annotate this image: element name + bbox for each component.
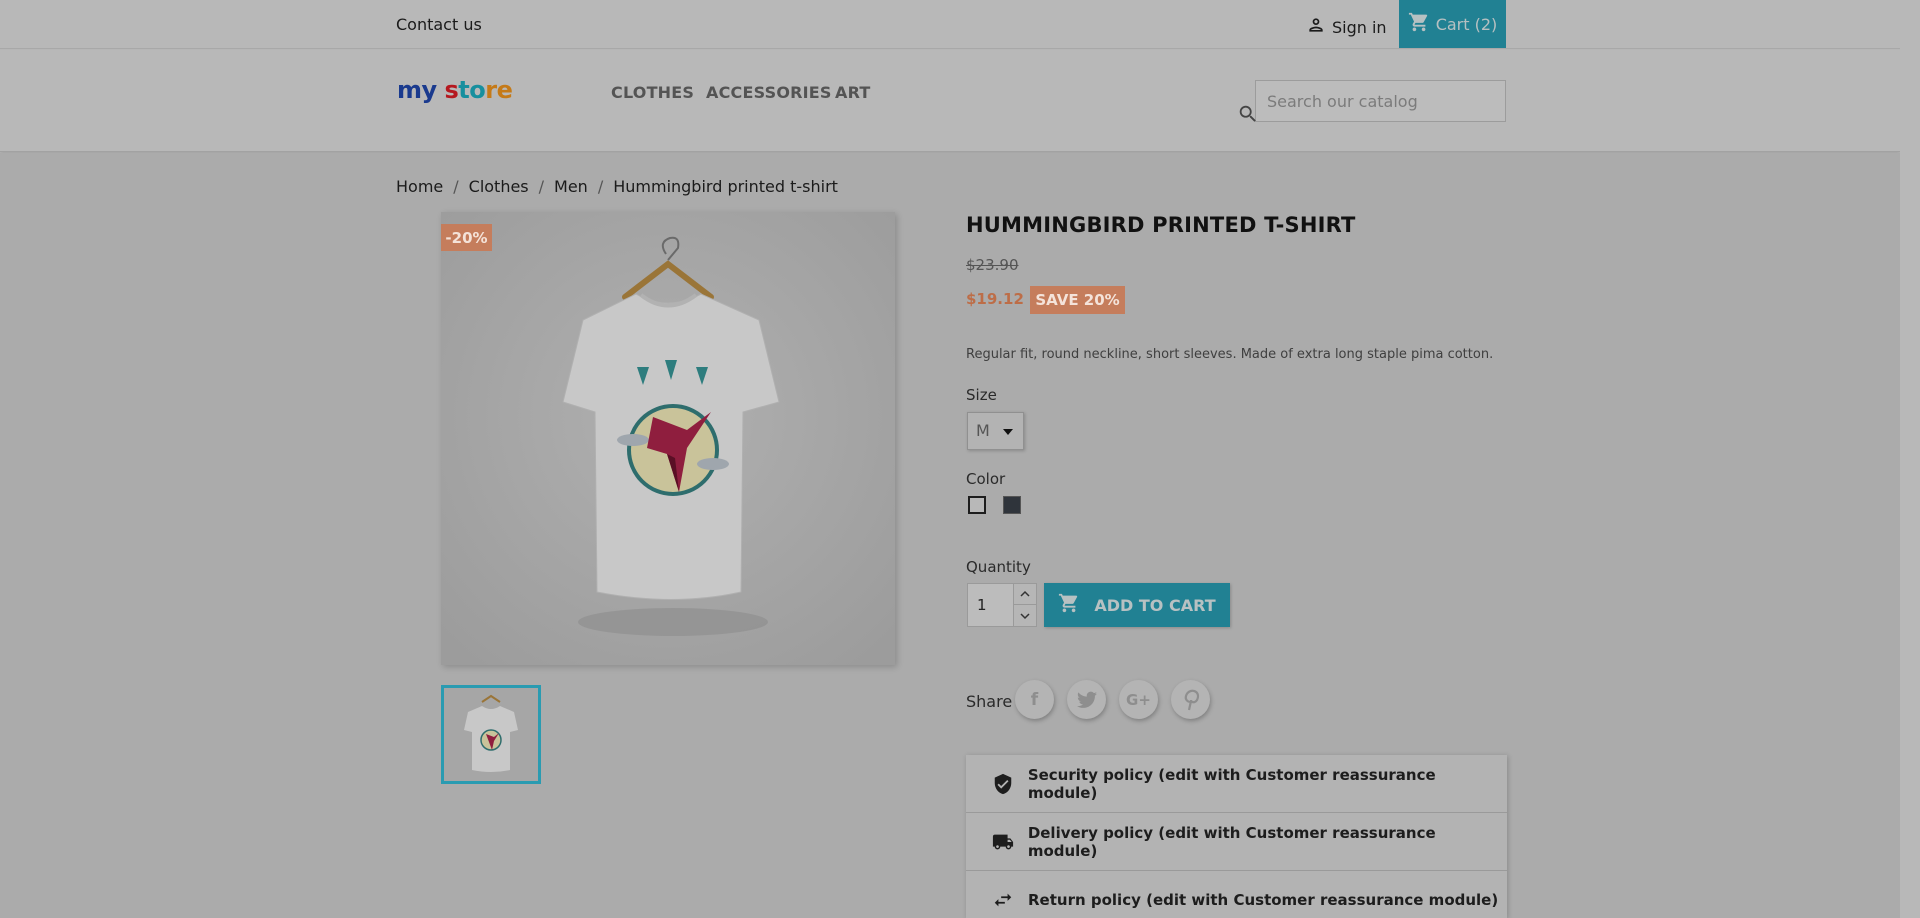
breadcrumb-current: Hummingbird printed t-shirt bbox=[613, 177, 838, 196]
shield-check-icon bbox=[990, 773, 1016, 795]
menu-item-clothes[interactable]: CLOTHES bbox=[611, 83, 694, 102]
main-navbar: my store CLOTHES ACCESSORIES ART Search … bbox=[0, 50, 1900, 152]
product-cover-image[interactable] bbox=[441, 212, 895, 665]
reassurance-item: Delivery policy (edit with Customer reas… bbox=[966, 813, 1507, 871]
quantity-stepper bbox=[1013, 583, 1037, 627]
color-label: Color bbox=[966, 470, 1006, 488]
quantity-input[interactable]: 1 bbox=[967, 583, 1014, 627]
breadcrumb-separator: / bbox=[453, 177, 459, 196]
size-label: Size bbox=[966, 386, 997, 404]
size-select[interactable]: M bbox=[967, 412, 1024, 450]
sign-in-link[interactable]: Sign in bbox=[1306, 15, 1387, 39]
store-logo[interactable]: my store bbox=[397, 76, 513, 104]
page-content bbox=[0, 153, 1900, 918]
chevron-down-icon bbox=[1020, 612, 1030, 619]
size-value: M bbox=[976, 421, 990, 440]
save-badge: SAVE 20% bbox=[1030, 286, 1125, 314]
twitter-icon[interactable] bbox=[1067, 680, 1106, 719]
quantity-increase-button[interactable] bbox=[1014, 584, 1036, 605]
breadcrumb: Home / Clothes / Men / Hummingbird print… bbox=[396, 177, 838, 196]
reassurance-text: Security policy (edit with Customer reas… bbox=[1027, 765, 1436, 802]
breadcrumb-home[interactable]: Home bbox=[396, 177, 443, 196]
search-input[interactable]: Search our catalog bbox=[1239, 80, 1506, 122]
truck-icon bbox=[990, 831, 1016, 853]
breadcrumb-men[interactable]: Men bbox=[554, 177, 588, 196]
quantity-decrease-button[interactable] bbox=[1014, 605, 1036, 626]
current-price: $19.12 bbox=[966, 290, 1024, 308]
google-plus-icon[interactable]: G+ bbox=[1119, 680, 1158, 719]
cart-icon bbox=[1408, 11, 1430, 37]
sign-in-label: Sign in bbox=[1332, 17, 1387, 37]
color-swatch-dark[interactable] bbox=[1003, 496, 1021, 514]
facebook-icon[interactable]: f bbox=[1015, 680, 1054, 719]
product-thumbnail[interactable] bbox=[441, 685, 541, 784]
cart-button[interactable]: Cart (2) bbox=[1399, 0, 1506, 48]
menu-item-accessories[interactable]: ACCESSORIES bbox=[706, 83, 832, 102]
pinterest-icon[interactable] bbox=[1171, 680, 1210, 719]
quantity-label: Quantity bbox=[966, 558, 1031, 576]
breadcrumb-separator: / bbox=[538, 177, 545, 196]
caret-down-icon bbox=[1003, 429, 1013, 435]
share-label: Share bbox=[966, 692, 1013, 711]
cart-label: Cart (2) bbox=[1435, 14, 1498, 34]
search-placeholder: Search our catalog bbox=[1267, 92, 1418, 111]
breadcrumb-separator: / bbox=[597, 177, 604, 196]
reassurance-item: Return policy (edit with Customer reassu… bbox=[966, 871, 1507, 918]
discount-flag: -20% bbox=[441, 224, 492, 251]
product-description: Regular fit, round neckline, short sleev… bbox=[966, 347, 1494, 362]
cart-icon bbox=[1058, 592, 1080, 618]
reassurance-text: Return policy (edit with Customer reassu… bbox=[1028, 891, 1499, 909]
swap-arrows-icon bbox=[990, 889, 1016, 911]
scrollbar-track[interactable] bbox=[1900, 0, 1920, 918]
regular-price: $23.90 bbox=[966, 256, 1019, 274]
color-swatch-white[interactable] bbox=[968, 496, 986, 514]
reassurance-text: Delivery policy (edit with Customer reas… bbox=[1027, 823, 1436, 860]
contact-us-link[interactable]: Contact us bbox=[396, 15, 482, 34]
reassurance-item: Security policy (edit with Customer reas… bbox=[966, 755, 1507, 813]
user-icon bbox=[1306, 15, 1326, 39]
breadcrumb-clothes[interactable]: Clothes bbox=[469, 177, 529, 196]
add-to-cart-button[interactable]: ADD TO CART bbox=[1044, 583, 1230, 627]
add-to-cart-label: ADD TO CART bbox=[1094, 595, 1216, 615]
reassurance-block: Security policy (edit with Customer reas… bbox=[966, 755, 1507, 918]
menu-item-art[interactable]: ART bbox=[835, 83, 871, 102]
product-title: HUMMINGBIRD PRINTED T-SHIRT bbox=[966, 213, 1356, 237]
chevron-up-icon bbox=[1020, 590, 1030, 597]
top-bar: Contact us Sign in Cart (2) bbox=[0, 0, 1900, 49]
